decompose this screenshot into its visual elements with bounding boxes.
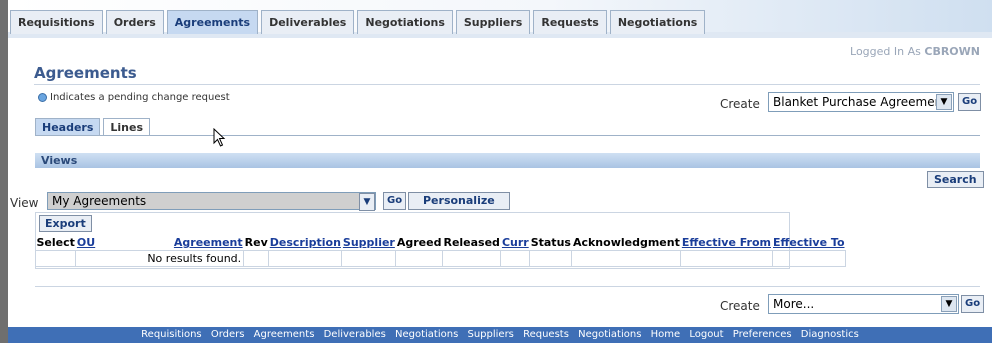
chevron-down-icon[interactable]: ▼	[936, 94, 952, 110]
table-cell	[441, 250, 502, 267]
page-title: Agreements	[34, 64, 137, 82]
pending-change-note: Indicates a pending change request	[38, 92, 230, 103]
subtab-divider	[35, 135, 980, 136]
table-cell	[571, 250, 682, 267]
table-cell	[529, 250, 573, 267]
tab-negotiations-2[interactable]: Negotiations	[609, 10, 706, 34]
tab-requests[interactable]: Requests	[533, 10, 607, 34]
col-agreed: Agreed	[395, 235, 443, 251]
tab-suppliers[interactable]: Suppliers	[455, 10, 531, 34]
logged-in-user: CBROWN	[924, 45, 980, 58]
col-status: Status	[529, 235, 572, 251]
footer-link-agreements[interactable]: Agreements	[254, 329, 315, 340]
logged-in-prefix: Logged In As	[850, 45, 921, 58]
footer-link-diagnostics[interactable]: Diagnostics	[801, 329, 859, 340]
col-curr[interactable]: Curr	[500, 235, 530, 251]
create-label-top: Create	[720, 97, 760, 111]
tab-agreements[interactable]: Agreements	[166, 10, 259, 34]
create-go-button-bottom[interactable]: Go	[961, 295, 985, 313]
footer-nav: Requisitions Orders Agreements Deliverab…	[8, 327, 992, 343]
table-cell	[34, 250, 77, 267]
col-effective-from[interactable]: Effective From	[680, 235, 772, 251]
create-select-bottom-value: More...	[773, 297, 815, 311]
chevron-down-icon-bottom[interactable]: ▼	[941, 296, 957, 312]
table-cell	[341, 250, 397, 267]
footer-link-requests[interactable]: Requests	[523, 329, 569, 340]
col-agreement[interactable]: Agreement	[172, 235, 244, 251]
footer-link-deliverables[interactable]: Deliverables	[324, 329, 386, 340]
table-row: No results found.	[34, 250, 846, 267]
mouse-cursor-icon	[213, 128, 226, 147]
create-go-button-top[interactable]: Go	[958, 93, 982, 111]
create-label-bottom: Create	[720, 299, 760, 313]
main-tabs: Requisitions Orders Agreements Deliverab…	[10, 10, 708, 34]
col-select: Select	[35, 235, 76, 251]
footer-link-suppliers[interactable]: Suppliers	[467, 329, 513, 340]
results-table: Select OU Agreement Rev Description Supp…	[34, 235, 846, 267]
footer-link-home[interactable]: Home	[651, 329, 681, 340]
table-cell	[680, 250, 773, 267]
col-released: Released	[442, 235, 501, 251]
views-section-header: Views	[35, 153, 980, 168]
subtabs: Headers Lines	[35, 118, 153, 135]
title-divider	[34, 84, 980, 85]
col-effective-to[interactable]: Effective To	[772, 235, 846, 251]
table-cell	[771, 250, 846, 267]
col-acknowledgment: Acknowledgment	[571, 235, 681, 251]
create-select-top[interactable]: Blanket Purchase Agreement ▼	[768, 92, 954, 112]
subtab-lines[interactable]: Lines	[103, 118, 151, 135]
personalize-button[interactable]: Personalize	[408, 192, 510, 210]
tab-orders[interactable]: Orders	[105, 10, 164, 34]
tab-requisitions[interactable]: Requisitions	[10, 10, 103, 34]
col-rev: Rev	[243, 235, 269, 251]
bottom-divider	[35, 286, 980, 287]
view-select-chevron-icon[interactable]: ▼	[359, 193, 375, 211]
footer-link-logout[interactable]: Logout	[689, 329, 723, 340]
table-cell	[500, 250, 531, 267]
footer-link-orders[interactable]: Orders	[211, 329, 245, 340]
footer-link-negotiations[interactable]: Negotiations	[395, 329, 458, 340]
view-select[interactable]: My Agreements	[47, 192, 376, 210]
view-go-button[interactable]: Go	[383, 192, 407, 210]
no-results-message: No results found.	[75, 250, 245, 267]
table-cell	[268, 250, 343, 267]
logged-in-status: Logged In As CBROWN	[850, 45, 980, 58]
pending-indicator-icon	[38, 93, 47, 102]
footer-link-requisitions[interactable]: Requisitions	[141, 329, 201, 340]
footer-link-preferences[interactable]: Preferences	[733, 329, 792, 340]
table-cell	[395, 250, 443, 267]
search-button[interactable]: Search	[927, 171, 984, 188]
col-supplier[interactable]: Supplier	[341, 235, 396, 251]
export-button[interactable]: Export	[39, 215, 92, 232]
table-cell	[243, 250, 270, 267]
subtab-headers[interactable]: Headers	[35, 118, 101, 135]
tab-negotiations[interactable]: Negotiations	[357, 10, 453, 34]
create-select-bottom[interactable]: More... ▼	[768, 294, 959, 314]
col-ou[interactable]: OU	[75, 235, 173, 251]
table-header-row: Select OU Agreement Rev Description Supp…	[35, 235, 846, 251]
pending-note-text: Indicates a pending change request	[50, 92, 230, 103]
left-frame-bar	[0, 0, 8, 343]
view-label: View	[10, 196, 39, 210]
footer-link-negotiations-2[interactable]: Negotiations	[578, 329, 641, 340]
view-select-value: My Agreements	[52, 194, 147, 208]
tab-deliverables[interactable]: Deliverables	[261, 10, 355, 34]
create-select-top-value: Blanket Purchase Agreement	[773, 95, 947, 109]
col-description[interactable]: Description	[268, 235, 342, 251]
